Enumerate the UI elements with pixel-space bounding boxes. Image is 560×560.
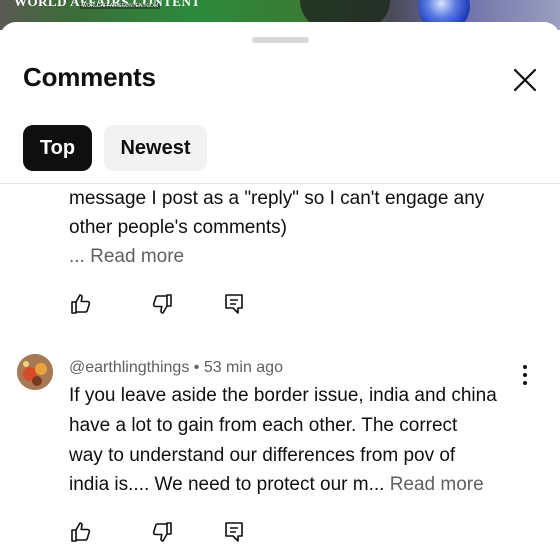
drag-handle[interactable]	[252, 37, 309, 43]
comment-text-line: way to understand our differences from p…	[69, 445, 456, 466]
tab-newest[interactable]: Newest	[104, 125, 207, 171]
comment-text-line: have a lot to gain from each other. The …	[69, 415, 458, 436]
reply-icon[interactable]	[222, 292, 246, 316]
comment-text-line: If you leave aside the border issue, ind…	[69, 385, 497, 406]
close-icon[interactable]	[510, 65, 540, 95]
comment-text-truncated: india is.... We need to protect our m...	[69, 474, 385, 495]
video-watermark-url: WORLDAFFAIRSCONTENT.COM	[80, 3, 161, 9]
avatar[interactable]	[17, 354, 53, 390]
tab-top[interactable]: Top	[23, 125, 92, 171]
comment-text-line: message I post as a "reply" so I can't e…	[69, 188, 485, 209]
comment-author[interactable]: @earthlingthings	[69, 359, 189, 376]
like-icon[interactable]	[69, 292, 93, 316]
page-title: Comments	[23, 62, 156, 92]
comment-text-line: india is.... We need to protect our m...…	[69, 470, 484, 499]
reply-icon[interactable]	[222, 520, 246, 544]
comment-text-line: other people's comments)	[69, 217, 288, 238]
close-button[interactable]	[510, 65, 540, 95]
comment-meta: @earthlingthings • 53 min ago	[69, 359, 283, 377]
read-more-link[interactable]: Read more	[390, 474, 484, 495]
dislike-icon[interactable]	[150, 292, 174, 316]
dislike-icon[interactable]	[150, 520, 174, 544]
meta-separator: •	[189, 359, 204, 376]
comment-time: 53 min ago	[203, 359, 283, 376]
read-more-link[interactable]: ... Read more	[69, 242, 184, 271]
more-options-icon[interactable]	[515, 362, 535, 388]
comments-sheet: Comments Top Newest message I post as a …	[0, 22, 560, 560]
like-icon[interactable]	[69, 520, 93, 544]
